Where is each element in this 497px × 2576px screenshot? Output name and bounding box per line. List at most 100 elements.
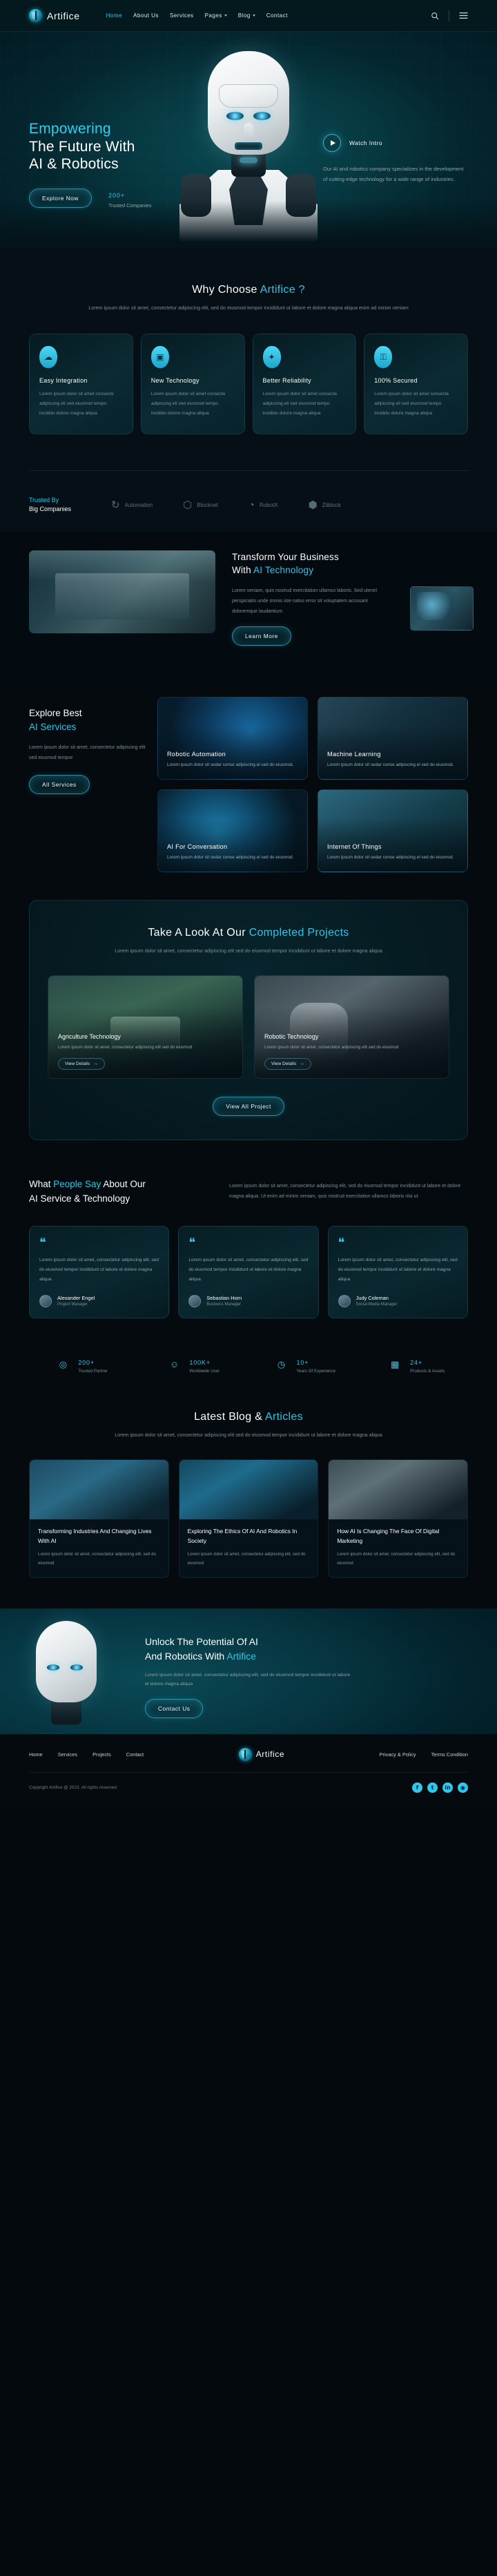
counter-label: Years Of Experience	[296, 1368, 336, 1374]
title-part-a: Why Choose	[192, 284, 260, 296]
footer-link-terms-condition[interactable]: Terms Condition	[431, 1751, 468, 1758]
counter-plus: +	[418, 1358, 422, 1366]
title-part-a: Latest Blog &	[194, 1410, 266, 1423]
hero-heading-line1: Empowering	[29, 121, 111, 137]
title-part-b: People Say	[53, 1179, 101, 1190]
learn-more-button[interactable]: Learn More	[232, 626, 291, 646]
footer-link-projects[interactable]: Projects	[92, 1751, 111, 1758]
services-title-line1: Explore Best	[29, 707, 82, 718]
why-card[interactable]: ⚿ 100% Secured Lorem ipsum dolor sit ame…	[364, 334, 468, 434]
why-card-title: 100% Secured	[374, 377, 418, 385]
view-details-link[interactable]: View Details →	[58, 1058, 105, 1070]
contact-us-button[interactable]: Contact Us	[145, 1698, 204, 1718]
title-part-d: AI Service & Technology	[29, 1193, 130, 1204]
service-card-internet-of-things[interactable]: Internet Of Things Lorem ipsum dolor sit…	[318, 789, 468, 872]
why-card-title: Better Reliability	[262, 377, 311, 385]
main-navigation: Home About Us Services Pages Blog Contac…	[106, 12, 288, 19]
testimonials-text: Lorem ipsum dolor sit amet, consectetur …	[229, 1184, 461, 1199]
footer-links: Home Services Projects Contact	[29, 1751, 144, 1758]
trusted-lead: Trusted By Big Companies	[29, 496, 71, 515]
partner-logo-ziiblock[interactable]: ⬢ Ziiblock	[309, 500, 341, 510]
nav-item-services[interactable]: Services	[170, 12, 194, 19]
view-details-link[interactable]: View Details →	[264, 1058, 311, 1070]
twitter-icon[interactable]: t	[427, 1782, 438, 1793]
cta-robot-image	[18, 1611, 120, 1734]
service-card-machine-learning[interactable]: Machine Learning Lorem ipsum dolor sit s…	[318, 696, 468, 780]
transform-image	[29, 550, 215, 633]
instagram-icon[interactable]: ◉	[458, 1782, 468, 1793]
footer-link-services[interactable]: Services	[58, 1751, 77, 1758]
clock-icon: ◷	[277, 1358, 286, 1369]
partner-logo-robotx[interactable]: ◔ RobotX	[248, 500, 278, 510]
service-card-title: Internet Of Things	[327, 843, 382, 851]
award-badge-icon: ✦	[262, 346, 281, 369]
partner-logo-blocknet[interactable]: ⬡ Blocknet	[183, 500, 218, 510]
why-card[interactable]: ▣ New Technology Lorem ipsum dolor sit a…	[140, 334, 245, 434]
transform-title-line1: Transform Your Business	[232, 551, 339, 562]
service-card-text: Lorem ipsum dolor sit sedar conse adipis…	[167, 762, 294, 768]
hero-heading-line3: AI & Robotics	[29, 156, 119, 173]
linkedin-icon[interactable]: in	[442, 1782, 453, 1793]
services-cards: Robotic Automation Lorem ipsum dolor sit…	[157, 696, 468, 872]
testimonial-author: Sebastian Horn	[206, 1295, 242, 1302]
robotx-icon: ◔	[248, 499, 255, 511]
view-all-project-button[interactable]: View All Project	[213, 1097, 284, 1117]
nav-item-pages[interactable]: Pages	[205, 12, 227, 19]
testimonials-title: What People Say About Our AI Service & T…	[29, 1178, 202, 1207]
why-choose-title: Why Choose Artifice ?	[29, 284, 468, 296]
brand-name: Artifice	[47, 10, 80, 21]
blog-card[interactable]: How AI Is Changing The Face Of Digital M…	[328, 1459, 468, 1578]
counter-label: Products & Assets	[410, 1368, 445, 1374]
brand-logo[interactable]: Artifice	[29, 9, 80, 22]
why-choose-subtitle: Lorem ipsum dolor sit amet, consectetur …	[88, 305, 409, 311]
title-part-b: Articles	[265, 1410, 303, 1423]
hero-stat-label: Trusted Companies	[108, 202, 152, 209]
chip-technology-icon: ▣	[150, 346, 169, 369]
title-part-c: About Our	[101, 1179, 146, 1190]
blog-card[interactable]: Transforming Industries And Changing Liv…	[29, 1459, 169, 1578]
counter-value: 10	[296, 1358, 305, 1366]
arrow-right-icon: →	[93, 1061, 98, 1067]
hero-side: Watch Intro Our AI and robotics company …	[323, 134, 468, 185]
footer-bottom: Copyright Artifice @ 2023. All rights re…	[29, 1773, 468, 1808]
all-services-button[interactable]: All Services	[29, 774, 90, 794]
footer-link-privacy-policy[interactable]: Privacy & Policy	[380, 1751, 416, 1758]
cloud-integration-icon: ☁	[39, 346, 57, 369]
nav-item-about-us[interactable]: About Us	[133, 12, 159, 19]
project-text: Lorem ipsum dolor sit amet, consectetur …	[58, 1045, 193, 1050]
hero-stat-plus: +	[121, 191, 126, 199]
footer-legal-links: Privacy & Policy Terms Condition	[380, 1751, 468, 1758]
partner-logo-automation[interactable]: ↻ Automation	[111, 500, 153, 510]
project-card-robotic-technology[interactable]: Robotic Technology Lorem ipsum dolor sit…	[254, 975, 449, 1079]
service-card-title: Robotic Automation	[167, 751, 226, 758]
nav-item-blog[interactable]: Blog	[238, 12, 255, 19]
nav-item-home[interactable]: Home	[106, 12, 122, 19]
partner-logos: ↻ Automation ⬡ Blocknet ◔ RobotX ⬢ Ziiblock	[111, 500, 341, 510]
project-title: Robotic Technology	[264, 1033, 319, 1041]
services-title: Explore Best AI Services	[29, 707, 146, 735]
blog-section: Latest Blog & Articles Lorem ipsum dolor…	[0, 1401, 497, 1608]
footer-link-home[interactable]: Home	[29, 1751, 43, 1758]
why-card[interactable]: ☁ Easy Integration Lorem ipsum dolor sit…	[29, 334, 133, 434]
facebook-icon[interactable]: f	[412, 1782, 422, 1793]
footer-brand[interactable]: Artifice	[238, 1747, 284, 1761]
watch-intro-button[interactable]: Watch Intro	[323, 134, 468, 152]
service-card-robotic-automation[interactable]: Robotic Automation Lorem ipsum dolor sit…	[157, 696, 308, 780]
services-row: Explore Best AI Services Lorem ipsum dol…	[29, 696, 468, 872]
service-card-ai-for-conversation[interactable]: AI For Conversation Lorem ipsum dolor si…	[157, 789, 308, 872]
counter-plus: +	[90, 1358, 95, 1366]
nav-label: Services	[169, 12, 194, 19]
nav-item-contact[interactable]: Contact	[266, 12, 288, 19]
title-part-b: Completed Projects	[248, 926, 349, 939]
blog-card[interactable]: Exploring The Ethics Of AI And Robotics …	[178, 1459, 319, 1578]
why-card-title: New Technology	[150, 377, 199, 385]
testimonial-card: ❝ Lorem ipsum dolor sit amet, consectetu…	[29, 1225, 170, 1318]
footer-link-contact[interactable]: Contact	[126, 1751, 144, 1758]
search-icon[interactable]	[430, 11, 440, 21]
nav-label: Home	[106, 12, 123, 19]
why-card[interactable]: ✦ Better Reliability Lorem ipsum dolor s…	[252, 334, 357, 434]
project-card-agriculture-technology[interactable]: Agriculture Technology Lorem ipsum dolor…	[48, 975, 243, 1079]
hamburger-menu-icon[interactable]	[458, 11, 468, 21]
explore-now-button[interactable]: Explore Now	[29, 189, 92, 209]
title-part-a: What	[29, 1179, 54, 1190]
